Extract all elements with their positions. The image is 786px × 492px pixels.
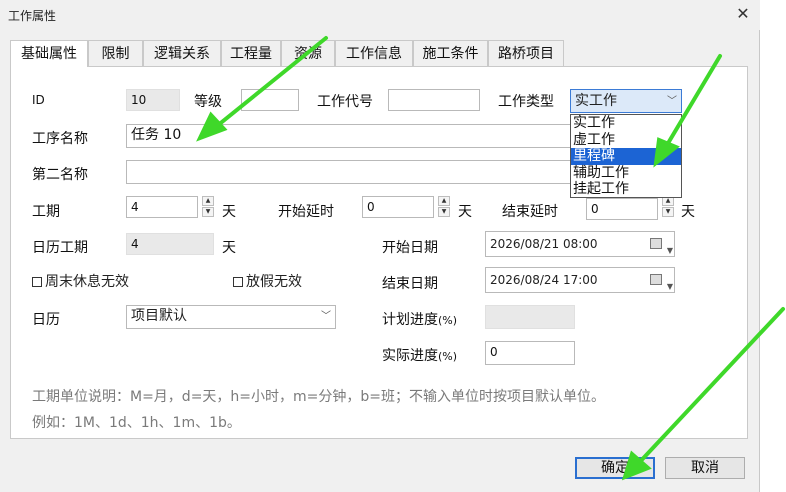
calendar-icon xyxy=(650,274,662,285)
duration-label: 工期 xyxy=(32,204,60,220)
duration-unit-note: 工期单位说明：M=月，d=天，h=小时，m=分钟，b=班；不输入单位时按项目默认… xyxy=(32,389,606,405)
tab-construction[interactable]: 施工条件 xyxy=(413,40,488,66)
end-date-picker[interactable]: 2026/08/24 17:00 ▼ xyxy=(485,267,675,293)
ok-button[interactable]: 确定 xyxy=(575,457,655,479)
tab-quantity[interactable]: 工程量 xyxy=(221,40,281,66)
chevron-down-icon: ﹀ xyxy=(321,311,331,322)
work-type-options: 实工作 虚工作 里程碑 辅助工作 挂起工作 xyxy=(570,114,682,198)
tab-work-info[interactable]: 工作信息 xyxy=(335,40,413,66)
id-field: 10 xyxy=(126,89,180,111)
duration-unit: 天 xyxy=(222,204,236,220)
tab-road-bridge[interactable]: 路桥项目 xyxy=(488,40,564,66)
weekend-invalid-label: 周末休息无效 xyxy=(45,274,129,290)
start-date-value: 2026/08/21 08:00 xyxy=(490,237,598,251)
tab-resource[interactable]: 资源 xyxy=(281,40,335,66)
dropdown-icon: ▼ xyxy=(666,282,673,291)
calendar-duration-label: 日历工期 xyxy=(32,240,88,256)
start-date-picker[interactable]: 2026/08/21 08:00 ▼ xyxy=(485,231,675,257)
end-delay-unit: 天 xyxy=(681,204,695,220)
name-label: 工序名称 xyxy=(32,131,88,147)
tab-basic[interactable]: 基础属性 xyxy=(10,40,88,67)
start-delay-input[interactable]: 0 xyxy=(362,196,434,218)
end-delay-input[interactable]: 0 xyxy=(586,198,658,220)
work-properties-dialog: 工作属性 ✕ 基础属性 限制 逻辑关系 工程量 资源 工作信息 施工条件 路桥项… xyxy=(0,0,760,492)
calendar-label: 日历 xyxy=(32,312,60,328)
calendar-value: 项目默认 xyxy=(131,308,187,324)
option-milestone[interactable]: 里程碑 xyxy=(571,148,681,165)
second-name-label: 第二名称 xyxy=(32,167,88,183)
calendar-icon xyxy=(650,238,662,249)
window-title: 工作属性 xyxy=(8,9,57,23)
chevron-down-icon: ﹀ xyxy=(667,96,677,107)
option-real-work[interactable]: 实工作 xyxy=(571,115,681,132)
work-type-select[interactable]: 实工作 ﹀ xyxy=(570,89,682,113)
duration-input[interactable]: 4 xyxy=(126,196,198,218)
actual-progress-input[interactable]: 0 xyxy=(485,341,575,365)
plan-progress-label: 计划进度(%) xyxy=(382,312,458,328)
actual-progress-label: 实际进度(%) xyxy=(382,348,458,364)
holiday-invalid-label: 放假无效 xyxy=(246,274,302,290)
dropdown-icon: ▼ xyxy=(666,246,673,255)
start-delay-unit: 天 xyxy=(458,204,472,220)
plan-progress-field xyxy=(485,305,575,329)
name-input[interactable]: 任务 10 xyxy=(126,124,572,148)
tab-logic[interactable]: 逻辑关系 xyxy=(143,40,221,66)
code-label: 工作代号 xyxy=(317,94,373,110)
holiday-invalid-checkbox[interactable]: 放假无效 xyxy=(233,271,302,291)
duration-example-note: 例如：1M、1d、1h、1m、1b。 xyxy=(32,415,241,431)
end-date-value: 2026/08/24 17:00 xyxy=(490,273,598,287)
grade-label: 等级 xyxy=(194,94,222,110)
start-delay-stepper[interactable]: ▲ ▼ xyxy=(438,196,452,218)
tab-limits[interactable]: 限制 xyxy=(88,40,143,66)
calendar-duration-unit: 天 xyxy=(222,240,236,256)
code-input[interactable] xyxy=(388,89,480,111)
option-virtual-work[interactable]: 虚工作 xyxy=(571,132,681,149)
duration-stepper[interactable]: ▲ ▼ xyxy=(202,196,216,218)
close-icon[interactable]: ✕ xyxy=(734,3,752,25)
calendar-select[interactable]: 项目默认 ﹀ xyxy=(126,305,336,329)
grade-input[interactable] xyxy=(241,89,299,111)
title-bar: 工作属性 ✕ xyxy=(0,0,760,30)
start-date-label: 开始日期 xyxy=(382,240,438,256)
start-delay-label: 开始延时 xyxy=(278,204,334,220)
weekend-invalid-checkbox[interactable]: 周末休息无效 xyxy=(32,271,129,291)
type-label: 工作类型 xyxy=(498,94,554,110)
calendar-duration-field: 4 xyxy=(126,233,214,255)
option-auxiliary-work[interactable]: 辅助工作 xyxy=(571,165,681,182)
end-date-label: 结束日期 xyxy=(382,276,438,292)
work-type-value: 实工作 xyxy=(575,93,617,109)
id-label: ID xyxy=(32,93,45,107)
cancel-button[interactable]: 取消 xyxy=(665,457,745,479)
second-name-input[interactable] xyxy=(126,160,572,184)
end-delay-label: 结束延时 xyxy=(502,204,558,220)
option-suspended-work[interactable]: 挂起工作 xyxy=(571,181,681,198)
end-delay-stepper[interactable]: ▲ ▼ xyxy=(662,196,676,218)
